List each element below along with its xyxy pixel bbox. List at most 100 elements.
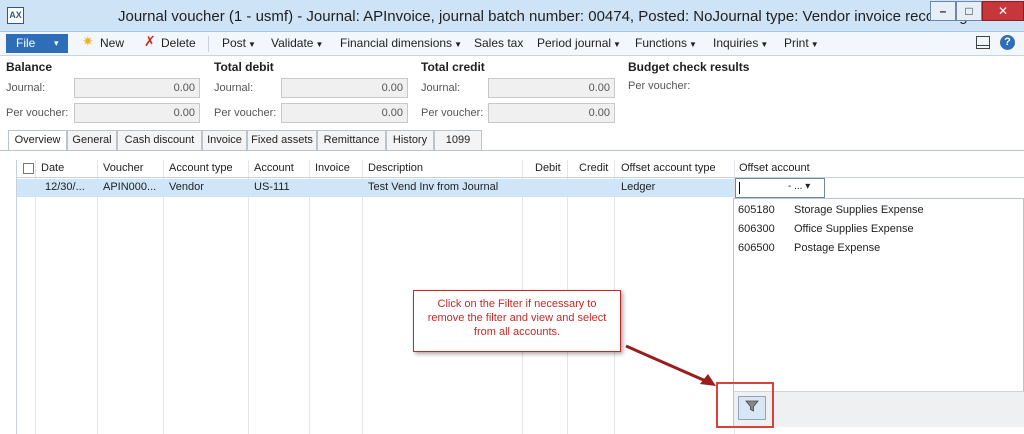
total-credit-title: Total credit xyxy=(421,60,485,74)
chevron-down-icon: ▾ xyxy=(54,38,59,48)
functions-menu[interactable]: Functions ▼ xyxy=(635,36,697,50)
select-all-checkbox[interactable] xyxy=(23,163,34,174)
offset-account-lookup: 605180 Storage Supplies Expense 606300 Off… xyxy=(733,198,1024,427)
budget-check-title: Budget check results xyxy=(628,60,750,74)
cell-description[interactable]: Test Vend Inv from Journal xyxy=(368,181,498,193)
tab-remittance[interactable]: Remittance xyxy=(317,130,386,150)
total-debit-per-voucher-label: Per voucher: xyxy=(214,107,277,119)
sales-tax-button[interactable]: Sales tax xyxy=(474,36,523,50)
print-label: Print xyxy=(784,36,809,50)
total-credit-journal-label: Journal: xyxy=(421,82,461,94)
lookup-item[interactable]: 606500 Postage Expense xyxy=(738,242,880,254)
tab-general[interactable]: General xyxy=(67,130,117,150)
tab-overview[interactable]: Overview xyxy=(8,130,67,151)
summary-panel: Balance Journal: 0.00 Per voucher: 0.00 … xyxy=(0,56,1024,128)
tab-invoice[interactable]: Invoice xyxy=(202,130,247,150)
lookup-item-code: 605180 xyxy=(738,204,775,216)
lookup-item-name: Storage Supplies Expense xyxy=(794,204,924,216)
total-credit-per-voucher-label: Per voucher: xyxy=(421,107,484,119)
lookup-dropdown-button[interactable]: - ... ▾ xyxy=(788,181,810,192)
chevron-down-icon: ▼ xyxy=(315,40,324,49)
column-header-offset-account[interactable]: Offset account xyxy=(739,162,810,174)
chevron-down-icon: ▼ xyxy=(613,40,621,49)
tab-history[interactable]: History xyxy=(386,130,434,150)
print-menu[interactable]: Print ▼ xyxy=(784,36,819,50)
new-star-icon: ✷ xyxy=(82,33,94,49)
validate-label: Validate xyxy=(271,36,314,50)
period-journal-menu[interactable]: Period journal ▼ xyxy=(537,36,621,50)
delete-button[interactable]: Delete xyxy=(161,36,196,50)
lookup-footer xyxy=(734,391,1024,427)
chevron-down-icon: ▼ xyxy=(760,40,769,49)
lookup-item[interactable]: 605180 Storage Supplies Expense xyxy=(738,204,924,216)
text-caret xyxy=(739,182,740,194)
maximize-button[interactable]: □ xyxy=(956,1,982,21)
column-divider xyxy=(97,160,98,434)
balance-per-voucher-label: Per voucher: xyxy=(6,107,69,119)
column-header-debit[interactable]: Debit xyxy=(535,162,561,174)
lookup-item-name: Office Supplies Expense xyxy=(794,223,914,235)
total-debit-journal-field: 0.00 xyxy=(281,78,408,98)
balance-journal-label: Journal: xyxy=(6,82,46,94)
lookup-item-code: 606500 xyxy=(738,242,775,254)
cell-account-type[interactable]: Vendor xyxy=(169,181,204,193)
window-title: Journal voucher (1 - usmf) - Journal: AP… xyxy=(118,8,968,25)
post-label: Post xyxy=(222,36,247,50)
close-button[interactable]: ✕ xyxy=(982,1,1024,21)
tab-1099[interactable]: 1099 xyxy=(434,130,482,150)
title-bar: AX Journal voucher (1 - usmf) - Journal:… xyxy=(0,0,1024,32)
column-divider xyxy=(362,160,363,434)
cell-offset-account-type[interactable]: Ledger xyxy=(621,181,655,193)
column-divider xyxy=(309,160,310,434)
cell-account[interactable]: US-111 xyxy=(254,181,290,193)
chevron-down-icon: ▼ xyxy=(810,40,819,49)
chevron-down-icon: ▼ xyxy=(248,40,256,49)
minimize-button[interactable]: – xyxy=(930,1,956,21)
action-pane: File ▾ ✷ New ✗ Delete Post ▼ Validate ▼ Fi… xyxy=(0,32,1024,56)
tab-fixed-assets[interactable]: Fixed assets xyxy=(247,130,317,150)
balance-title: Balance xyxy=(6,60,53,74)
inquiries-label: Inquiries xyxy=(713,36,759,50)
balance-journal-field: 0.00 xyxy=(74,78,200,98)
instruction-callout: Click on the Filter if necessary to remo… xyxy=(413,290,621,352)
cell-date[interactable]: 12/30/... xyxy=(45,181,85,193)
column-header-offset-account-type[interactable]: Offset account type xyxy=(621,162,716,174)
file-button[interactable]: File ▾ xyxy=(6,34,68,53)
column-header-credit[interactable]: Credit xyxy=(579,162,608,174)
column-header-voucher[interactable]: Voucher xyxy=(103,162,143,174)
budget-per-voucher-label: Per voucher: xyxy=(628,80,691,92)
toolbar-divider xyxy=(208,36,209,52)
financial-dimensions-menu[interactable]: Financial dimensions ▼ xyxy=(340,36,462,50)
help-icon[interactable]: ? xyxy=(1000,35,1015,50)
financial-dimensions-label: Financial dimensions xyxy=(340,36,453,50)
lookup-item-name: Postage Expense xyxy=(794,242,881,254)
period-journal-label: Period journal xyxy=(537,36,612,50)
lookup-item-code: 606300 xyxy=(738,223,775,235)
total-debit-journal-label: Journal: xyxy=(214,82,254,94)
tab-divider xyxy=(0,150,1024,151)
inquiries-menu[interactable]: Inquiries ▼ xyxy=(713,36,768,50)
chevron-down-icon: ▼ xyxy=(454,40,462,49)
new-button[interactable]: New xyxy=(100,36,124,50)
column-header-description[interactable]: Description xyxy=(368,162,423,174)
column-header-account-type[interactable]: Account type xyxy=(169,162,233,174)
balance-per-voucher-field: 0.00 xyxy=(74,103,200,123)
lookup-item[interactable]: 606300 Office Supplies Expense xyxy=(738,223,914,235)
column-divider xyxy=(35,160,36,434)
column-divider xyxy=(248,160,249,434)
validate-menu[interactable]: Validate ▼ xyxy=(271,36,323,50)
functions-label: Functions xyxy=(635,36,688,50)
filter-highlight-box xyxy=(716,382,774,428)
offset-account-input[interactable]: - ... ▾ xyxy=(735,178,825,198)
total-debit-per-voucher-field: 0.00 xyxy=(281,103,408,123)
column-header-invoice[interactable]: Invoice xyxy=(315,162,350,174)
post-menu[interactable]: Post ▼ xyxy=(222,36,256,50)
total-credit-per-voucher-field: 0.00 xyxy=(488,103,615,123)
layout-icon[interactable] xyxy=(976,36,990,49)
cell-voucher[interactable]: APIN000... xyxy=(103,181,156,193)
column-header-account[interactable]: Account xyxy=(254,162,294,174)
column-header-date[interactable]: Date xyxy=(41,162,64,174)
total-debit-title: Total debit xyxy=(214,60,274,74)
tab-cash-discount[interactable]: Cash discount xyxy=(117,130,202,150)
app-icon: AX xyxy=(7,7,24,24)
